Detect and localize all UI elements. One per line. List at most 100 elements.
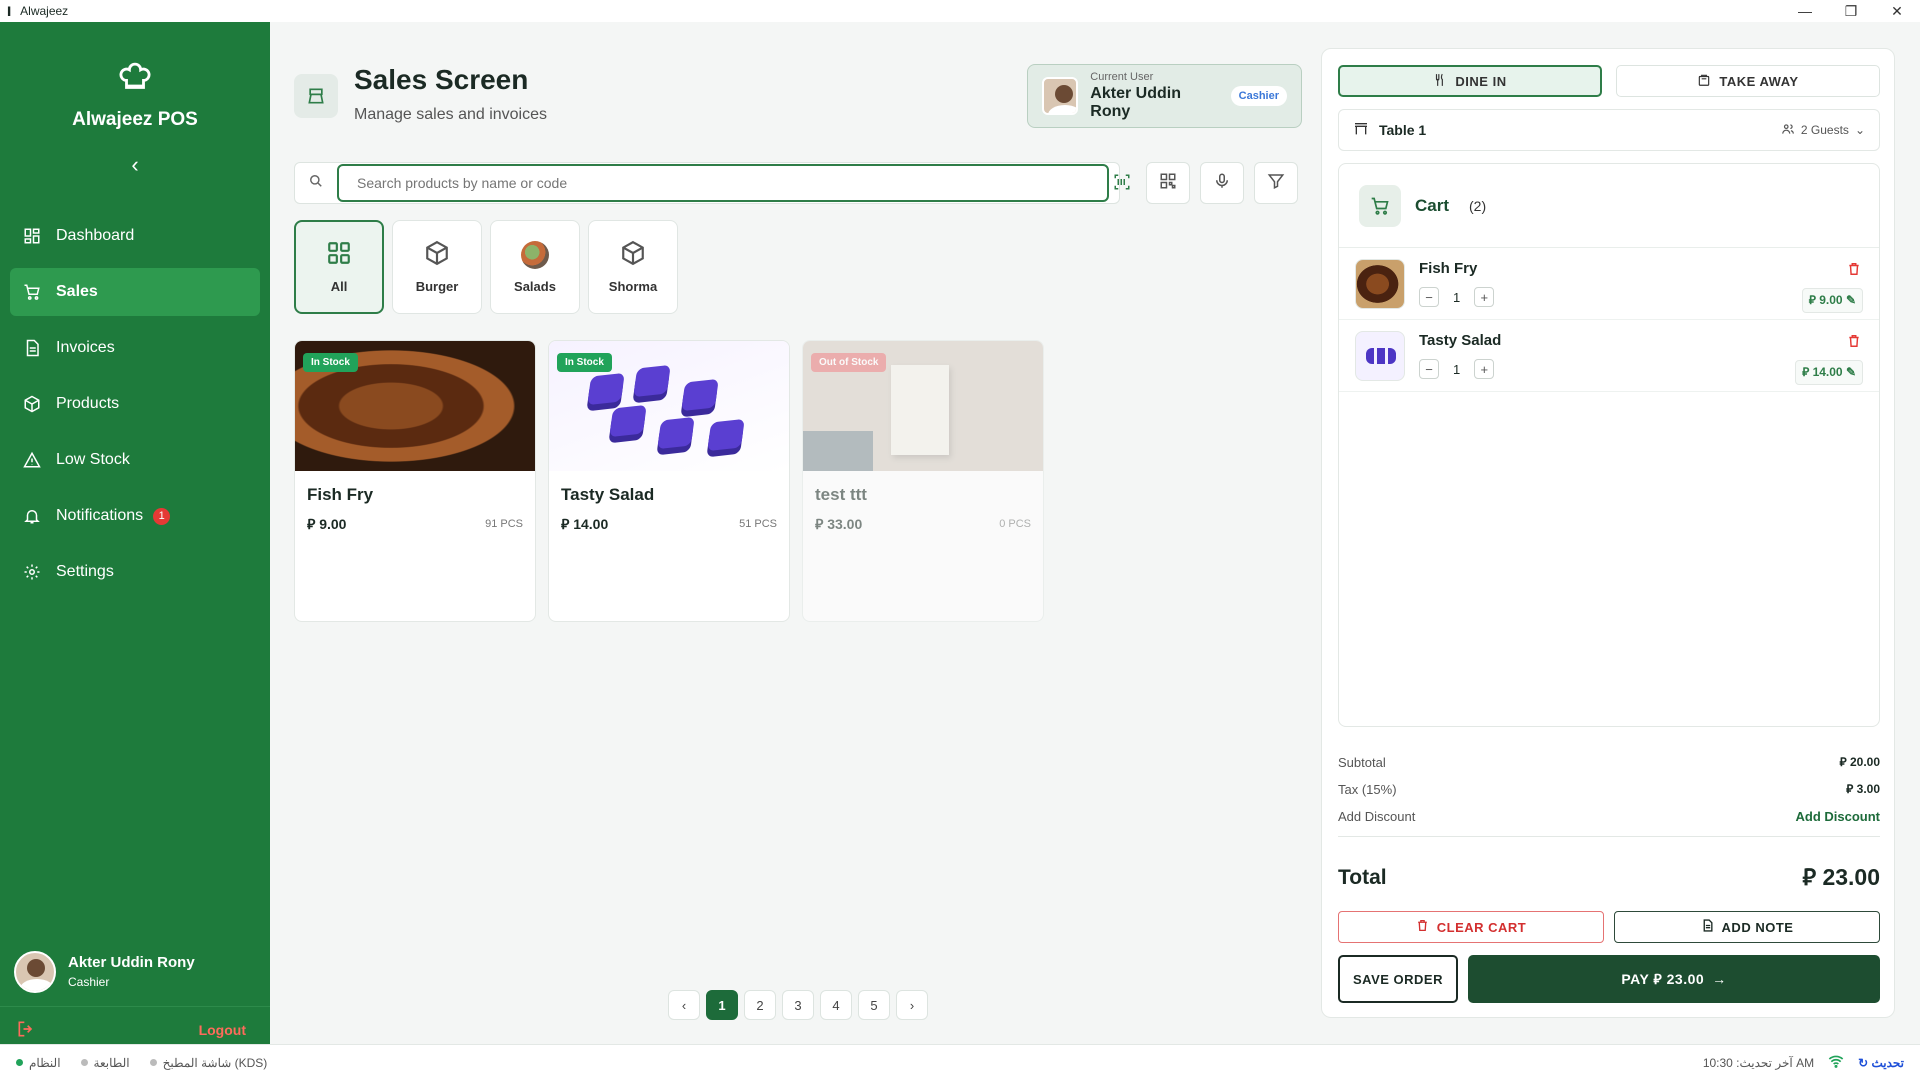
page-button[interactable]: 1	[706, 990, 738, 1020]
page-button[interactable]: 5	[858, 990, 890, 1020]
barcode-scan-icon[interactable]	[1113, 173, 1131, 196]
category-label: Burger	[415, 279, 459, 294]
close-button[interactable]: ✕	[1874, 3, 1920, 20]
decrease-quantity-button[interactable]: −	[1419, 359, 1439, 379]
minimize-button[interactable]: —	[1782, 3, 1828, 20]
product-card-fish-fry[interactable]: In Stock Fish Fry ⃁ 9.00 91 PCS	[294, 340, 536, 622]
cart-count: (2)	[1469, 197, 1487, 214]
currency-symbol: ⃁	[561, 516, 570, 532]
bell-icon	[22, 506, 42, 526]
cart-item-price-button[interactable]: ⃁ 14.00 ✎	[1795, 360, 1863, 385]
logout-label: Logout	[198, 1022, 246, 1038]
decrease-quantity-button[interactable]: −	[1419, 287, 1439, 307]
category-burger[interactable]: Burger	[392, 220, 482, 314]
page-button[interactable]: 3	[782, 990, 814, 1020]
category-all[interactable]: All	[294, 220, 384, 314]
role-badge: Cashier	[1230, 86, 1287, 106]
prev-page-button[interactable]: ‹	[668, 990, 700, 1020]
add-discount-link[interactable]: Add Discount	[1796, 809, 1881, 824]
status-system-label: النظام	[29, 1055, 61, 1070]
currency-symbol: ⃁	[1839, 755, 1847, 769]
category-salads[interactable]: Salads	[490, 220, 580, 314]
sidebar-item-notifications[interactable]: Notifications 1	[10, 492, 260, 540]
add-note-button[interactable]: ADD NOTE	[1614, 911, 1880, 943]
total-label: Total	[1338, 865, 1387, 889]
tax-amount: 3.00	[1856, 782, 1880, 796]
clear-cart-button[interactable]: CLEAR CART	[1338, 911, 1604, 943]
search-input[interactable]	[337, 164, 1109, 202]
qr-code-button[interactable]	[1146, 162, 1190, 204]
sidebar-item-dashboard[interactable]: Dashboard	[10, 212, 260, 260]
register-icon	[294, 74, 338, 118]
product-card-test-ttt[interactable]: Out of Stock test ttt ⃁ 33.00 0 PCS	[802, 340, 1044, 622]
pay-button[interactable]: PAY ⃁ 23.00 →	[1468, 955, 1880, 1003]
subtotal-amount: 20.00	[1849, 755, 1880, 769]
sidebar-user: Akter Uddin Rony Cashier	[0, 937, 270, 1007]
take-away-button[interactable]: TAKE AWAY	[1616, 65, 1880, 97]
discount-row: Add Discount Add Discount	[1338, 809, 1880, 824]
box-icon	[424, 240, 450, 269]
next-page-button[interactable]: ›	[896, 990, 928, 1020]
discount-label: Add Discount	[1338, 809, 1416, 824]
sidebar-item-low-stock[interactable]: Low Stock	[10, 436, 260, 484]
page-button[interactable]: 2	[744, 990, 776, 1020]
product-price-value: 9.00	[319, 516, 347, 532]
product-price-value: 14.00	[573, 516, 609, 532]
box-icon	[620, 240, 646, 269]
order-type-toggle: DINE IN TAKE AWAY	[1338, 65, 1880, 97]
sidebar: Alwajeez POS ‹ Dashboard Sales Invoices …	[0, 22, 270, 1044]
app-title: ▍ Alwajeez	[8, 4, 68, 18]
guests-label: 2 Guests	[1800, 123, 1849, 137]
sidebar-item-label: Low Stock	[56, 451, 130, 468]
page-button[interactable]: 4	[820, 990, 852, 1020]
sidebar-item-sales[interactable]: Sales	[10, 268, 260, 316]
sidebar-item-invoices[interactable]: Invoices	[10, 324, 260, 372]
sidebar-item-label: Products	[56, 395, 120, 412]
refresh-button[interactable]: ↻ تحديث	[1858, 1056, 1904, 1070]
cart-item-price-button[interactable]: ⃁ 9.00 ✎	[1801, 288, 1863, 313]
cart-item-price: 14.00	[1812, 365, 1843, 379]
save-order-button[interactable]: SAVE ORDER	[1338, 955, 1458, 1003]
filter-icon	[1267, 172, 1285, 195]
table-label: Table 1	[1379, 122, 1427, 138]
arrow-right-icon: →	[1712, 971, 1727, 987]
stock-badge: In Stock	[303, 353, 358, 372]
trash-icon[interactable]	[1847, 262, 1861, 279]
current-user-name: Akter Uddin Rony	[1090, 85, 1181, 120]
collapse-sidebar-button[interactable]: ‹	[0, 152, 270, 178]
cart-item-image	[1355, 330, 1405, 381]
filter-button[interactable]	[1254, 162, 1298, 204]
quantity-value: 1	[1453, 289, 1461, 305]
refresh-icon: ↻	[1858, 1055, 1869, 1070]
increase-quantity-button[interactable]: +	[1474, 287, 1495, 307]
status-printer: الطابعة	[80, 1056, 130, 1070]
avatar	[14, 950, 56, 993]
sidebar-item-products[interactable]: Products	[10, 380, 260, 428]
sidebar-item-settings[interactable]: Settings	[10, 548, 260, 596]
product-card-tasty-salad[interactable]: In Stock Tasty Salad ⃁ 14.00 51 PCS	[548, 340, 790, 622]
category-shorma[interactable]: Shorma	[588, 220, 678, 314]
currency-symbol: ⃁	[1802, 864, 1817, 890]
notification-count-badge: 1	[153, 507, 171, 525]
trash-icon[interactable]	[1847, 334, 1861, 351]
current-user-card: Current User Akter Uddin Rony Cashier	[1027, 64, 1302, 128]
table-selector[interactable]: Table 1 2 Guests ⌄	[1338, 109, 1880, 151]
currency-symbol: ⃁	[1808, 293, 1816, 307]
voice-search-button[interactable]	[1200, 162, 1244, 204]
increase-quantity-button[interactable]: +	[1474, 359, 1495, 379]
category-label: Salads	[514, 278, 556, 294]
clear-cart-label: CLEAR CART	[1436, 919, 1527, 935]
divider	[1338, 836, 1880, 837]
note-icon	[1701, 919, 1714, 935]
dine-in-label: DINE IN	[1455, 73, 1507, 89]
maximize-button[interactable]: ❐	[1828, 3, 1874, 20]
sidebar-item-label: Notifications	[56, 507, 144, 524]
guest-selector[interactable]: 2 Guests ⌄	[1781, 122, 1865, 139]
sidebar-user-name: Akter Uddin Rony	[68, 954, 195, 971]
search-row	[294, 162, 1300, 204]
category-label: All	[330, 279, 348, 294]
sidebar-item-label: Dashboard	[56, 227, 135, 244]
dine-in-button[interactable]: DINE IN	[1338, 65, 1602, 97]
chef-hat-icon	[0, 62, 270, 103]
product-price: ⃁ 33.00	[815, 515, 862, 533]
